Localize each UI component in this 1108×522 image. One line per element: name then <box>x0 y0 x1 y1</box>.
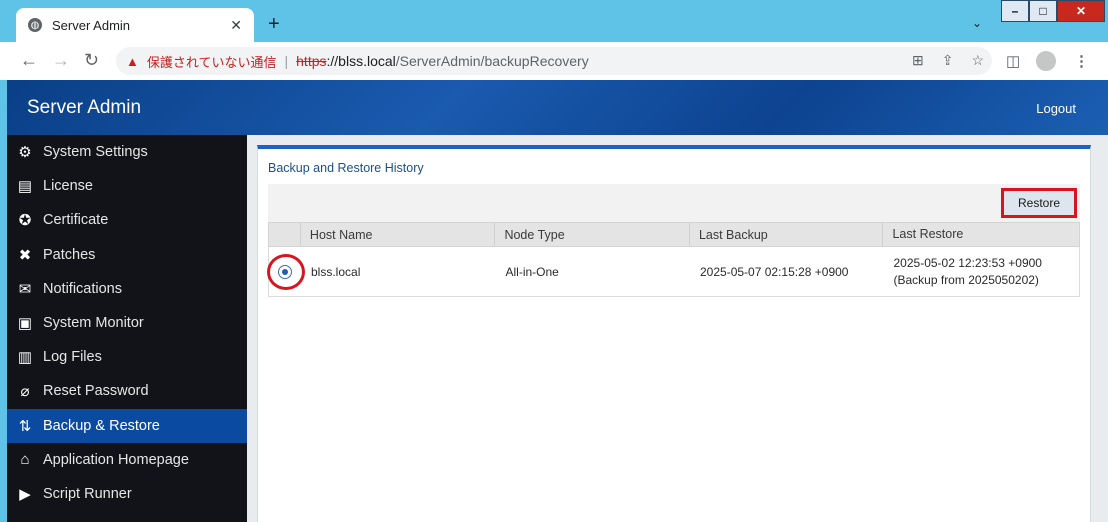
sidebar-item-label: Patches <box>43 246 96 263</box>
sidebar: ⚙ System Settings ▤ License ✪ Certificate ✖ Pat… <box>7 135 247 522</box>
sidebar-item-label: Backup & Restore <box>43 417 160 434</box>
chevron-down-icon[interactable]: ⌄ <box>972 16 982 30</box>
back-arrow-icon[interactable]: ← <box>20 50 38 71</box>
browser-titlebar: ◍ Server Admin ✕ + ⌄ – □ ✕ <box>0 0 1108 42</box>
patches-icon: ✖ <box>18 246 32 264</box>
sidebar-item[interactable]: ▥ Log Files <box>7 340 247 374</box>
share-icon[interactable]: ⇪ <box>942 52 954 69</box>
panel-toolbar: Restore <box>268 184 1080 222</box>
sidebar-item-label: Reset Password <box>43 383 149 400</box>
app-header: Server Admin Logout <box>7 80 1108 135</box>
sidebar-item-label: System Settings <box>43 144 148 161</box>
url-path: /ServerAdmin/backupRecovery <box>395 53 589 69</box>
system-monitor-icon: ▣ <box>17 315 33 333</box>
highlight-circle <box>267 254 305 290</box>
cell-last-backup: 2025-05-07 02:15:28 +0900 <box>700 264 849 279</box>
sidebar-item[interactable]: ✖ Patches <box>7 238 247 272</box>
row-select-cell[interactable] <box>267 247 305 296</box>
window-minimize-button[interactable]: – <box>1001 0 1029 22</box>
url-host: ://blss.local <box>326 53 396 69</box>
sidebar-item-label: Log Files <box>43 349 102 366</box>
sidebar-item[interactable]: ⌂ Application Homepage <box>7 443 247 477</box>
table-row[interactable]: blss.local All-in-One 2025-05-07 02:15:2… <box>267 247 1080 297</box>
reset-password-icon: ⌀ <box>20 383 30 401</box>
log-files-icon: ▥ <box>17 349 33 367</box>
translate-icon[interactable]: ⊞ <box>912 52 924 69</box>
certificate-icon: ✪ <box>18 212 32 230</box>
sidebar-item-label: Application Homepage <box>43 451 189 468</box>
script-runner-icon: ▶ <box>19 485 31 503</box>
column-header-host-name[interactable]: Host Name <box>301 223 496 246</box>
warning-icon[interactable]: ▲ <box>126 54 139 69</box>
sidebar-item[interactable]: ✪ Certificate <box>7 203 247 237</box>
server-admin-app: Server Admin Logout ⚙ System Settings ▤ Lic… <box>7 80 1108 522</box>
app-title: Server Admin <box>27 97 142 118</box>
system-settings-icon: ⚙ <box>18 144 32 162</box>
license-icon: ▤ <box>17 178 33 196</box>
sidebar-item[interactable]: ✉ Notifications <box>7 272 247 306</box>
backup-restore-icon: ⇅ <box>18 417 32 435</box>
backup-restore-panel: Backup and Restore History Restore Host … <box>257 145 1091 522</box>
column-header-node-type[interactable]: Node Type <box>495 223 690 246</box>
forward-arrow-icon[interactable]: → <box>52 50 70 71</box>
table-header: Host Name Node Type Last Backup Last Res… <box>268 222 1080 247</box>
window-close-button[interactable]: ✕ <box>1057 0 1105 22</box>
sidebar-item-label: Script Runner <box>43 485 132 502</box>
sidebar-item[interactable]: ⚙ System Settings <box>7 135 247 169</box>
cell-node-type: All-in-One <box>505 264 559 279</box>
address-bar[interactable]: ▲ 保護されていない通信 | https ://blss.local /Serv… <box>116 47 992 75</box>
profile-avatar-icon[interactable] <box>1036 51 1056 71</box>
window-maximize-button[interactable]: □ <box>1029 0 1057 22</box>
cell-host-name: blss.local <box>311 264 361 279</box>
home-icon: ⌂ <box>20 451 30 469</box>
sidebar-item-label: License <box>43 178 93 195</box>
panel-title: Backup and Restore History <box>268 161 424 175</box>
globe-icon: ◍ <box>28 18 42 32</box>
new-tab-button[interactable]: + <box>268 13 280 36</box>
history-table: Host Name Node Type Last Backup Last Res… <box>267 222 1080 297</box>
cell-last-restore: 2025-05-02 12:23:53 +0900 (Backup from 2… <box>893 255 1042 287</box>
restore-button[interactable]: Restore <box>1001 188 1077 218</box>
side-panel-icon[interactable]: ◫ <box>1006 52 1020 70</box>
tab-title: Server Admin <box>52 17 131 33</box>
security-warning-text[interactable]: 保護されていない通信 <box>147 52 277 71</box>
sidebar-item[interactable]: ⇅ Backup & Restore <box>7 408 247 443</box>
separator: | <box>284 53 289 69</box>
browser-menu-icon[interactable]: ⋮ <box>1074 52 1089 70</box>
sidebar-item-label: Notifications <box>43 280 122 297</box>
sidebar-item[interactable]: ▶ Script Runner <box>7 477 247 511</box>
main-content: Backup and Restore History Restore Host … <box>247 135 1108 522</box>
column-header-last-backup[interactable]: Last Backup <box>690 223 884 246</box>
reload-icon[interactable]: ↻ <box>84 50 99 71</box>
browser-toolbar: ← → ↻ ▲ 保護されていない通信 | https ://blss.local… <box>0 42 1108 80</box>
sidebar-item[interactable]: ▤ License <box>7 169 247 203</box>
select-column-header <box>269 223 301 246</box>
row-radio-wrapper[interactable] <box>267 247 305 296</box>
column-header-last-restore[interactable]: Last Restore <box>883 223 1079 246</box>
close-tab-icon[interactable]: ✕ <box>230 17 242 34</box>
logout-link[interactable]: Logout <box>1036 101 1076 116</box>
sidebar-item[interactable]: ▣ System Monitor <box>7 306 247 340</box>
sidebar-item[interactable]: ⌀ Reset Password <box>7 374 247 408</box>
browser-tab[interactable]: ◍ Server Admin ✕ <box>16 8 254 42</box>
notifications-icon: ✉ <box>18 280 32 298</box>
sidebar-item-label: Certificate <box>43 212 109 229</box>
sidebar-item-label: System Monitor <box>43 315 144 332</box>
url-scheme: https <box>296 53 327 69</box>
bookmark-star-icon[interactable]: ☆ <box>971 52 984 69</box>
